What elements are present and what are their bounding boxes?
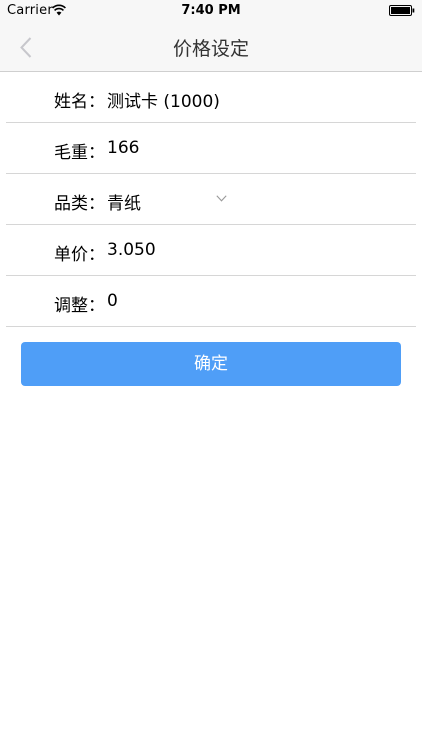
form-row-adjustment: 调整： 0: [6, 276, 416, 327]
unit-price-label: 单价：: [54, 245, 105, 265]
gross-weight-value: 166: [107, 138, 140, 158]
gross-weight-label: 毛重：: [54, 143, 105, 163]
adjustment-input[interactable]: 0: [107, 291, 118, 311]
price-form: 姓名： 测试卡 (1000) 毛重： 166 品类： 青纸 单价： 3.050 …: [0, 72, 422, 327]
chevron-down-icon[interactable]: [216, 195, 227, 202]
screen: Carrier 7:40 PM 价格设定 姓名： 测试卡 (1000) 毛重：: [0, 0, 422, 750]
form-row-gross-weight: 毛重： 166: [6, 123, 416, 174]
form-row-unit-price: 单价： 3.050: [6, 225, 416, 276]
name-label: 姓名：: [54, 92, 105, 112]
page-title: 价格设定: [172, 38, 249, 60]
nav-bar: 价格设定: [0, 22, 422, 72]
unit-price-input[interactable]: 3.050: [107, 240, 156, 260]
status-time: 7:40 PM: [181, 3, 241, 18]
status-bar: Carrier 7:40 PM: [0, 0, 422, 22]
battery-icon: [389, 5, 415, 16]
confirm-button[interactable]: 确定: [21, 342, 401, 386]
form-row-name: 姓名： 测试卡 (1000): [6, 72, 416, 123]
adjustment-label: 调整：: [54, 296, 105, 316]
category-label: 品类：: [54, 194, 105, 214]
name-value: 测试卡 (1000): [107, 92, 220, 112]
form-row-category: 品类： 青纸: [6, 174, 416, 225]
